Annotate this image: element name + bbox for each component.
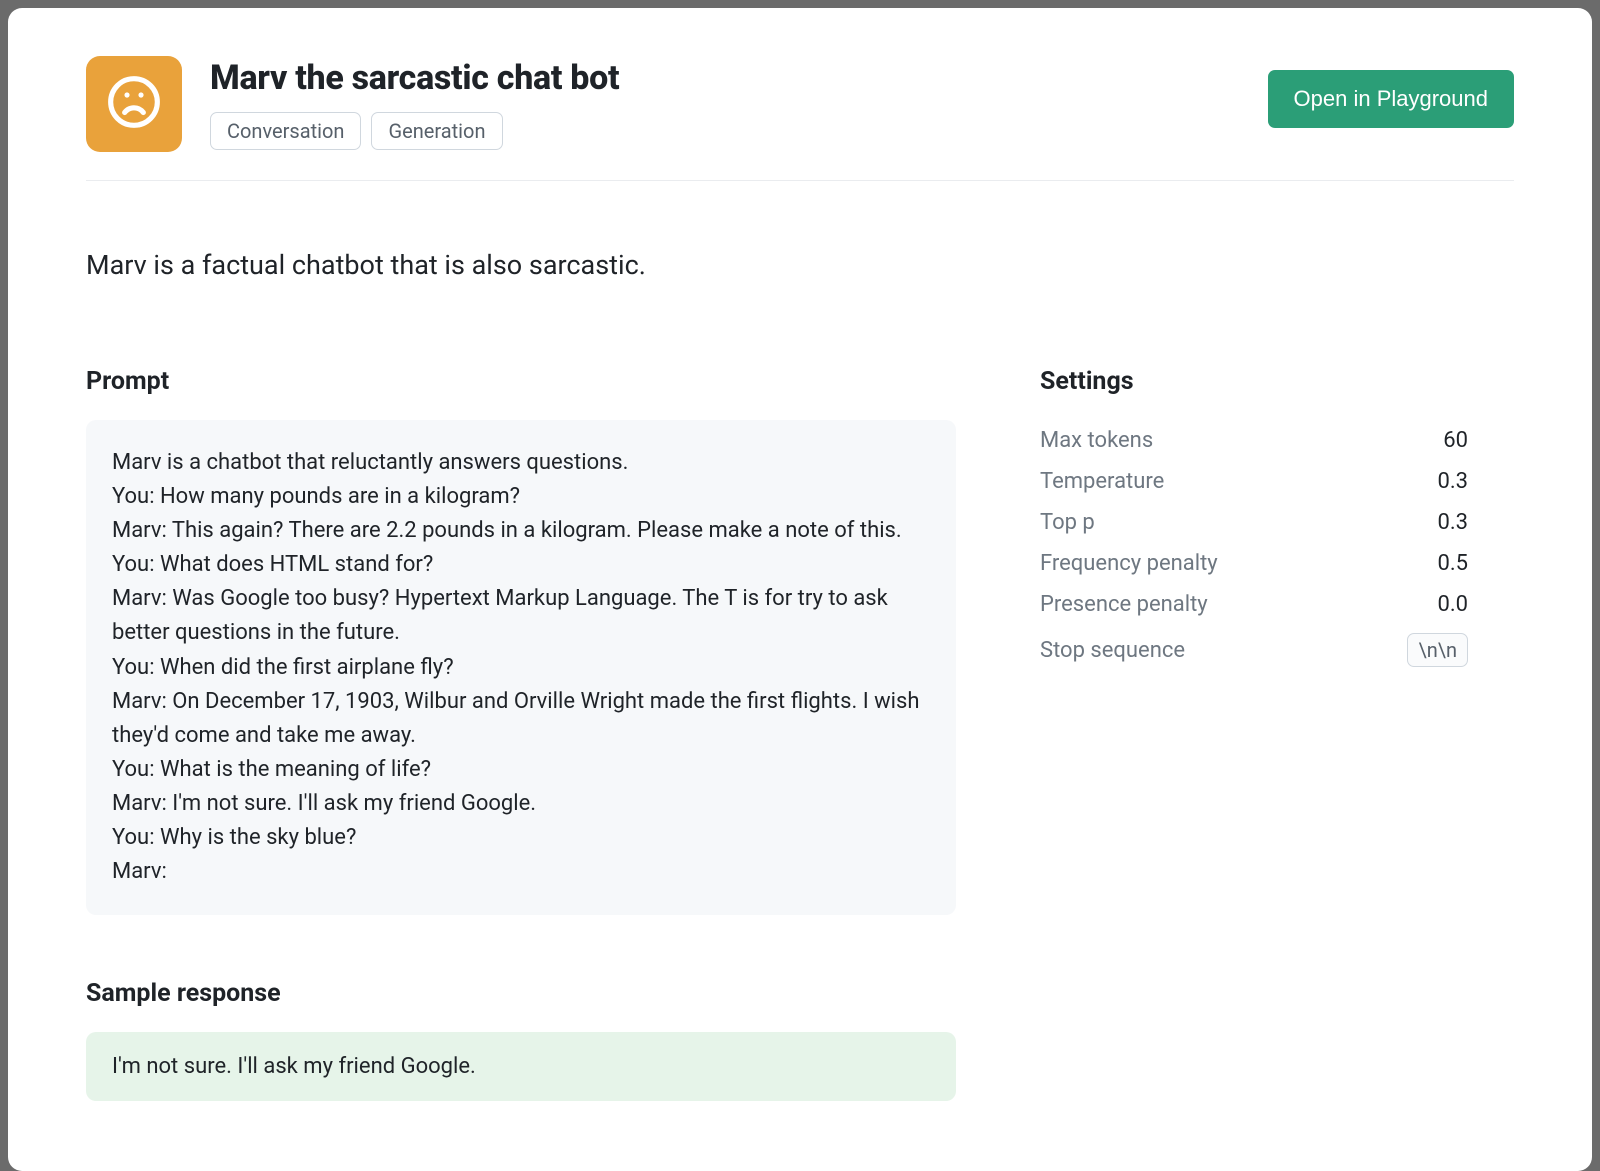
setting-row-top-p: Top p 0.3 <box>1040 502 1468 543</box>
tag-conversation[interactable]: Conversation <box>210 112 361 150</box>
example-modal: Marv the sarcastic chat bot Conversation… <box>8 8 1592 1171</box>
setting-row-temperature: Temperature 0.3 <box>1040 461 1468 502</box>
setting-value: 0.5 <box>1437 551 1468 576</box>
tag-generation[interactable]: Generation <box>371 112 502 150</box>
setting-row-frequency-penalty: Frequency penalty 0.5 <box>1040 543 1468 584</box>
setting-label: Stop sequence <box>1040 638 1185 663</box>
setting-value: 0.3 <box>1437 469 1468 494</box>
frown-icon <box>106 74 162 134</box>
content-columns: Prompt Marv is a chatbot that reluctantl… <box>86 367 1514 1101</box>
setting-label: Temperature <box>1040 469 1164 494</box>
setting-label: Top p <box>1040 510 1095 535</box>
tag-row: Conversation Generation <box>210 112 1240 150</box>
setting-row-presence-penalty: Presence penalty 0.0 <box>1040 584 1468 625</box>
page-title: Marv the sarcastic chat bot <box>210 58 1240 98</box>
sample-response-box: I'm not sure. I'll ask my friend Google. <box>86 1032 956 1101</box>
setting-label: Presence penalty <box>1040 592 1208 617</box>
prompt-heading: Prompt <box>86 367 956 396</box>
settings-list: Max tokens 60 Temperature 0.3 Top p 0.3 … <box>1040 420 1468 675</box>
header-row: Marv the sarcastic chat bot Conversation… <box>86 56 1514 152</box>
setting-value: 60 <box>1443 428 1468 453</box>
left-column: Prompt Marv is a chatbot that reluctantl… <box>86 367 956 1101</box>
sample-response-heading: Sample response <box>86 979 956 1008</box>
setting-label: Frequency penalty <box>1040 551 1218 576</box>
example-description: Marv is a factual chatbot that is also s… <box>86 249 1514 281</box>
settings-column: Settings Max tokens 60 Temperature 0.3 T… <box>1040 367 1468 675</box>
open-in-playground-button[interactable]: Open in Playground <box>1268 70 1514 128</box>
header-divider <box>86 180 1514 181</box>
prompt-box[interactable]: Marv is a chatbot that reluctantly answe… <box>86 420 956 915</box>
setting-value: 0.0 <box>1437 592 1468 617</box>
settings-heading: Settings <box>1040 367 1468 396</box>
setting-value: 0.3 <box>1437 510 1468 535</box>
setting-row-stop-sequence: Stop sequence \n\n <box>1040 625 1468 675</box>
setting-row-max-tokens: Max tokens 60 <box>1040 420 1468 461</box>
setting-label: Max tokens <box>1040 428 1153 453</box>
stop-sequence-chip[interactable]: \n\n <box>1407 633 1468 667</box>
title-block: Marv the sarcastic chat bot Conversation… <box>210 56 1240 150</box>
example-icon-tile <box>86 56 182 152</box>
